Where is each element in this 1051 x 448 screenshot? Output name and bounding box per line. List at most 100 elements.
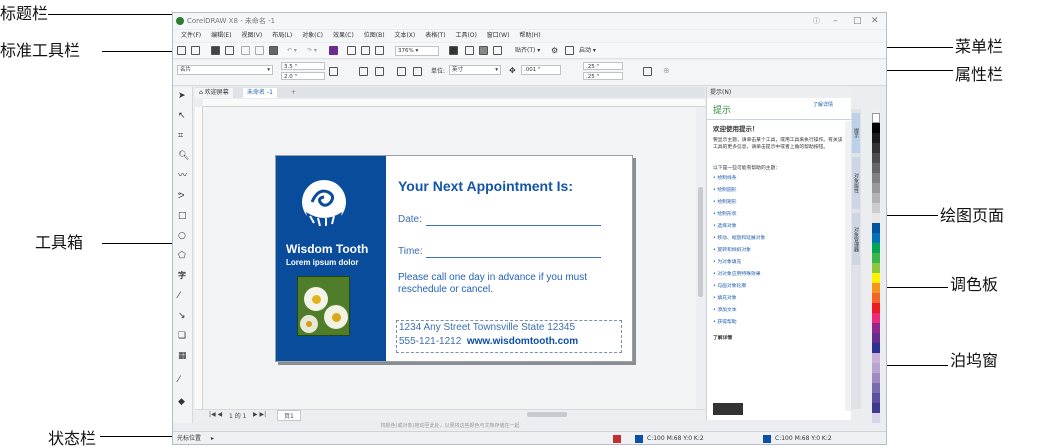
fill-swatch[interactable] <box>635 435 643 443</box>
horizontal-ruler[interactable] <box>203 99 705 107</box>
page-nav-arrows[interactable]: |◀ ◀ <box>209 411 222 418</box>
maximize-button[interactable]: □ <box>853 14 862 28</box>
nudge-distance-input[interactable]: .001 " <box>521 65 561 75</box>
palette-swatch[interactable] <box>872 323 880 333</box>
duplicate-y-input[interactable]: .25 " <box>583 72 623 80</box>
units-select[interactable]: 英寸 ▾ <box>449 65 501 75</box>
topic-link[interactable]: • 选择对象 <box>713 223 737 230</box>
page-width-input[interactable]: 3.5 " <box>281 62 325 70</box>
topic-link[interactable]: • 获得帮助 <box>713 319 737 326</box>
zoom-tool-icon[interactable]: 🔍︎ <box>178 151 189 161</box>
palette-swatch[interactable] <box>872 163 880 173</box>
palette-swatch[interactable] <box>872 293 880 303</box>
palette-swatch[interactable] <box>872 153 880 163</box>
redo-icon[interactable]: ↷ ▾ <box>307 46 317 56</box>
menu-layout[interactable]: 布局(L) <box>272 32 292 39</box>
copy-icon[interactable] <box>255 46 264 55</box>
polygon-tool-icon[interactable]: ⬠ <box>178 251 186 261</box>
menu-file[interactable]: 文件(F) <box>181 32 201 39</box>
palette-swatch[interactable] <box>872 243 880 253</box>
palette-swatch[interactable] <box>872 353 880 363</box>
topic-link[interactable]: • 旋转和倾斜对象 <box>713 247 751 254</box>
topic-link[interactable]: • 绘制矩形 <box>713 199 737 206</box>
help-icon[interactable]: ⓘ <box>813 14 820 28</box>
address-block[interactable]: 1234 Any Street Townsville State 12345 5… <box>396 320 622 353</box>
palette-swatch[interactable] <box>872 193 880 203</box>
menu-table[interactable]: 表格(T) <box>425 32 445 39</box>
text-tool-icon[interactable]: 字 <box>178 271 186 281</box>
minimize-button[interactable]: – <box>833 14 838 28</box>
outline-swatch[interactable] <box>763 435 771 443</box>
rectangle-tool-icon[interactable]: □ <box>178 211 187 221</box>
menu-effects[interactable]: 效果(C) <box>333 32 354 39</box>
menu-bitmaps[interactable]: 位图(B) <box>364 32 385 39</box>
topic-link[interactable]: • 绘制形状 <box>713 211 737 218</box>
palette-swatch[interactable] <box>872 303 880 313</box>
topic-link[interactable]: • 绘制圆形 <box>713 187 737 194</box>
palette-swatch[interactable] <box>872 273 880 283</box>
paste-icon[interactable] <box>269 46 278 55</box>
palette-swatch[interactable] <box>872 143 880 153</box>
help-video-thumbnail[interactable] <box>713 403 743 415</box>
snap-to-dropdown[interactable]: 贴齐(T) ▾ <box>515 46 540 56</box>
drawing-page[interactable]: Wisdom Tooth Lorem ipsum dolor Your Next… <box>275 155 633 362</box>
palette-swatch[interactable] <box>872 133 880 143</box>
status-arrow-icon[interactable]: ▸ <box>211 432 214 444</box>
palette-swatch[interactable] <box>872 393 880 403</box>
portrait-icon[interactable] <box>359 67 368 76</box>
topic-link[interactable]: • 填充对象 <box>713 295 737 302</box>
new-document-icon[interactable] <box>177 46 186 55</box>
palette-swatch[interactable] <box>872 313 880 323</box>
show-rulers-icon[interactable] <box>465 46 474 55</box>
add-page-frame-icon[interactable]: ⊕ <box>663 66 670 76</box>
topic-link[interactable]: • 对对象应用特殊效果 <box>713 271 761 278</box>
paper-type-select[interactable]: 名片 ▾ <box>177 65 273 75</box>
palette-swatch[interactable] <box>872 213 880 223</box>
topic-link[interactable]: • 添加文本 <box>713 307 737 314</box>
palette-swatch[interactable] <box>872 373 880 383</box>
open-icon[interactable] <box>191 46 200 55</box>
palette-swatch[interactable] <box>872 233 880 243</box>
horizontal-scroll-thumb[interactable] <box>527 412 567 417</box>
vertical-scrollbar[interactable] <box>696 107 705 409</box>
crop-tool-icon[interactable]: ⌗ <box>178 131 183 141</box>
palette-swatch[interactable] <box>872 383 880 393</box>
menu-window[interactable]: 窗口(W) <box>487 32 510 39</box>
orientation-stepper-icon[interactable] <box>329 67 338 76</box>
topic-link[interactable]: • 移动、缩放和延展对象 <box>713 235 765 242</box>
palette-swatch[interactable] <box>872 223 880 233</box>
artistic-media-icon[interactable]: ᕗ <box>178 191 185 201</box>
eyedropper-icon[interactable]: ⁄ <box>178 375 180 385</box>
docker-tab-object-properties[interactable]: 对象属性 <box>852 157 860 209</box>
page-height-input[interactable]: 2.0 " <box>281 72 325 80</box>
palette-swatch[interactable] <box>872 333 880 343</box>
menu-object[interactable]: 对象(C) <box>302 32 323 39</box>
palette-swatch[interactable] <box>872 183 880 193</box>
palette-swatch[interactable] <box>872 123 880 133</box>
transparency-icon[interactable]: ▦ <box>178 351 187 361</box>
connector-tool-icon[interactable]: ↘ <box>178 311 186 321</box>
current-page-icon[interactable] <box>413 67 422 76</box>
page-tab[interactable]: 页1 <box>277 410 301 421</box>
menu-view[interactable]: 视图(V) <box>241 32 262 39</box>
zoom-level-select[interactable]: 376% ▾ <box>395 46 439 56</box>
tab-document[interactable]: 未命名 -1 <box>243 88 277 98</box>
scroll-thumb[interactable] <box>698 187 703 297</box>
palette-swatch[interactable] <box>872 263 880 273</box>
menu-edit[interactable]: 编辑(E) <box>211 32 231 39</box>
show-guidelines-icon[interactable] <box>493 46 502 55</box>
menu-text[interactable]: 文本(X) <box>394 32 415 39</box>
cut-icon[interactable] <box>241 46 250 55</box>
menu-tools[interactable]: 工具(O) <box>455 32 476 39</box>
ellipse-tool-icon[interactable]: ○ <box>178 231 186 241</box>
docker-tab-hints[interactable]: 提示 <box>852 113 860 153</box>
application-launcher-icon[interactable] <box>565 46 574 55</box>
publish-pdf-icon[interactable] <box>375 46 384 55</box>
options-gear-icon[interactable]: ⚙ <box>551 46 558 56</box>
palette-swatch[interactable] <box>872 283 880 293</box>
parallel-dimension-icon[interactable]: ⁄ <box>178 291 180 301</box>
fill-color-icon[interactable] <box>613 435 621 443</box>
import-icon[interactable] <box>347 46 356 55</box>
freehand-tool-icon[interactable]: 〰 <box>178 171 187 181</box>
add-tab-button[interactable]: + <box>287 88 300 98</box>
